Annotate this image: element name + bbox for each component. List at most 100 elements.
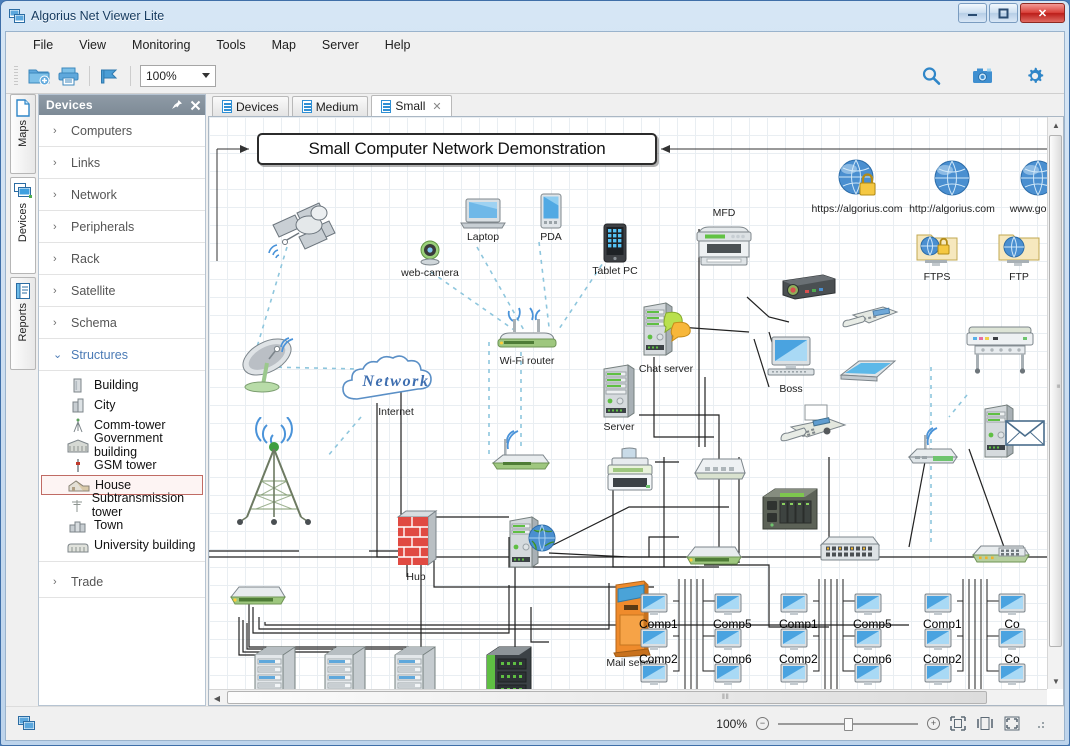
tree-group-computers[interactable]: › Computers: [39, 115, 205, 147]
node-network-cloud[interactable]: Network Internet: [331, 355, 461, 418]
computer-comp2[interactable]: Comp2: [779, 628, 818, 666]
tree-item-gsm-tower[interactable]: GSM tower: [39, 455, 205, 475]
vertical-scroll-thumb[interactable]: ≡: [1049, 135, 1062, 647]
menu-monitoring[interactable]: Monitoring: [119, 34, 203, 56]
sidebar-tab-reports[interactable]: Reports: [10, 277, 36, 370]
computer-comp7[interactable]: Comp7: [853, 663, 892, 689]
node-rack-2[interactable]: [319, 645, 373, 689]
screenshot-button[interactable]: [968, 62, 998, 90]
tree-item-city[interactable]: City: [39, 395, 205, 415]
tree-group-rack[interactable]: › Rack: [39, 243, 205, 275]
horizontal-scroll-thumb[interactable]: ‖‖: [227, 691, 987, 704]
menu-map[interactable]: Map: [259, 34, 309, 56]
node-gsm-tower[interactable]: [231, 417, 321, 527]
node-switch-b[interactable]: [817, 533, 885, 567]
node-chat-server[interactable]: Chat server: [629, 299, 703, 375]
computer-comp6[interactable]: Comp6: [713, 628, 752, 666]
computer-comp7[interactable]: Comp7: [713, 663, 752, 689]
fit-width-icon[interactable]: [976, 716, 994, 732]
node-http-algorius[interactable]: http://algorius.com: [897, 157, 1007, 215]
node-boss[interactable]: Boss: [761, 335, 821, 395]
node-plotter[interactable]: [963, 321, 1043, 375]
node-projector[interactable]: [779, 269, 843, 303]
close-icon[interactable]: [190, 100, 201, 111]
node-wifi-router[interactable]: Wi-Fi router: [491, 307, 563, 367]
tree-group-satellite[interactable]: › Satellite: [39, 275, 205, 307]
scroll-left-arrow[interactable]: ◀: [209, 690, 225, 706]
node-rack-1[interactable]: [249, 645, 303, 689]
node-www-google[interactable]: www.google: [995, 157, 1047, 215]
node-router-2[interactable]: [487, 429, 557, 473]
canvas-horizontal-scrollbar[interactable]: ◀ ‖‖: [209, 689, 1047, 705]
computer-comp2[interactable]: Comp2: [639, 628, 678, 666]
computer-comp6[interactable]: Comp6: [853, 628, 892, 666]
tree-item-town[interactable]: Town: [39, 515, 205, 535]
tab-small[interactable]: Small ✕: [371, 95, 452, 116]
node-hub[interactable]: [689, 451, 751, 484]
slider-knob[interactable]: [844, 717, 853, 731]
computer-comp3[interactable]: Comp3: [779, 663, 818, 689]
tab-devices[interactable]: Devices: [212, 96, 289, 116]
tree-item-government-building[interactable]: Government building: [39, 431, 205, 459]
fit-page-icon[interactable]: [949, 716, 967, 732]
menu-view[interactable]: View: [66, 34, 119, 56]
new-map-button[interactable]: [24, 62, 54, 90]
maximize-button[interactable]: [989, 3, 1018, 23]
node-satellite-dish[interactable]: [235, 329, 315, 397]
actual-size-icon[interactable]: [1003, 716, 1021, 732]
tree-group-structures[interactable]: ⌄ Structures: [39, 339, 205, 371]
pin-icon[interactable]: [171, 99, 183, 111]
flag-button[interactable]: [95, 62, 125, 90]
node-router-3[interactable]: [901, 425, 963, 469]
tree-group-trade[interactable]: › Trade: [39, 566, 205, 598]
menu-tools[interactable]: Tools: [203, 34, 258, 56]
computer-comp1[interactable]: Comp1: [639, 593, 678, 631]
node-switch-c[interactable]: [969, 539, 1035, 569]
node-fax[interactable]: [777, 403, 851, 451]
node-ftp[interactable]: FTP: [991, 229, 1047, 283]
node-tablet-pc[interactable]: Tablet PC: [587, 223, 643, 277]
node-switch-a[interactable]: [683, 539, 747, 569]
tree-group-network[interactable]: › Network: [39, 179, 205, 211]
node-switch-left[interactable]: [227, 579, 291, 609]
node-scanner[interactable]: [837, 355, 901, 385]
node-laptop[interactable]: Laptop: [457, 197, 509, 243]
computer-comp7-clipped[interactable]: Co: [997, 663, 1027, 689]
scroll-down-arrow[interactable]: ▼: [1048, 673, 1064, 689]
menu-file[interactable]: File: [20, 34, 66, 56]
node-ftps[interactable]: FTPS: [909, 229, 965, 283]
computer-comp2[interactable]: Comp2: [923, 628, 962, 666]
print-button[interactable]: [54, 62, 84, 90]
close-button[interactable]: ✕: [1020, 3, 1065, 23]
tree-group-peripherals[interactable]: › Peripherals: [39, 211, 205, 243]
node-internet-server[interactable]: [489, 513, 575, 572]
computer-comp1[interactable]: Comp1: [779, 593, 818, 631]
zoom-combobox[interactable]: 100%: [140, 64, 216, 87]
sidebar-tab-maps[interactable]: Maps: [10, 94, 36, 174]
canvas-vertical-scrollbar[interactable]: ▲ ≡ ▼: [1047, 117, 1063, 689]
node-web-camera[interactable]: web-camera: [399, 239, 461, 279]
zoom-slider[interactable]: [778, 717, 918, 731]
network-map-canvas[interactable]: Small Computer Network Demonstration web…: [209, 117, 1047, 689]
zoom-out-icon[interactable]: −: [756, 717, 769, 730]
node-desk-phone[interactable]: [839, 303, 901, 339]
computer-comp5[interactable]: Comp5: [713, 593, 752, 631]
computer-comp6-clipped[interactable]: Co: [997, 628, 1027, 666]
search-button[interactable]: [916, 62, 946, 90]
tab-close-icon[interactable]: ✕: [432, 100, 441, 113]
node-nas[interactable]: [757, 485, 823, 538]
zoom-in-icon[interactable]: +: [927, 717, 940, 730]
minimize-button[interactable]: [958, 3, 987, 23]
resize-grip-icon[interactable]: [1034, 718, 1046, 730]
sidebar-tab-devices[interactable]: Devices: [10, 177, 36, 274]
computer-comp1[interactable]: Comp1: [923, 593, 962, 631]
tree-item-university-building[interactable]: University building: [39, 535, 205, 555]
menu-help[interactable]: Help: [372, 34, 424, 56]
node-printer[interactable]: [599, 447, 661, 498]
node-rack-4[interactable]: [481, 645, 539, 689]
tree-item-building[interactable]: Building: [39, 375, 205, 395]
node-pda[interactable]: PDA: [531, 193, 571, 243]
tab-medium[interactable]: Medium: [291, 96, 369, 116]
menu-server[interactable]: Server: [309, 34, 372, 56]
computer-comp3[interactable]: Comp3: [639, 663, 678, 689]
